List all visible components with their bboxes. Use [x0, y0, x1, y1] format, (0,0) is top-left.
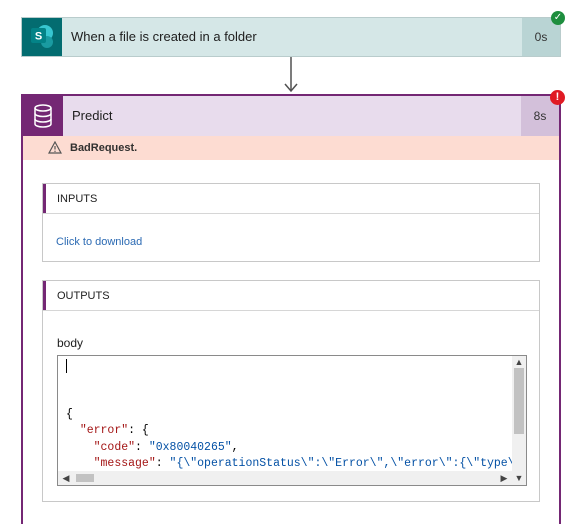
- json-punctuation: ,: [231, 440, 239, 454]
- action-title: Predict: [72, 108, 113, 123]
- error-banner: BadRequest.: [23, 136, 559, 160]
- json-punctuation: :: [155, 457, 170, 470]
- code-line: "code": "0x80040265",: [66, 440, 518, 457]
- code-line: "message": "{\"operationStatus\":\"Error…: [66, 456, 518, 472]
- json-value: "{\"operationStatus\":\"Error\",\"error\…: [169, 457, 518, 470]
- download-link[interactable]: Click to download: [56, 236, 142, 248]
- horizontal-scrollbar[interactable]: ◀ ▶ ▼: [58, 471, 526, 485]
- vertical-scroll-thumb[interactable]: [514, 368, 524, 434]
- json-punctuation: [66, 424, 80, 437]
- sharepoint-icon: S: [22, 18, 62, 56]
- connector-arrow-icon: [284, 57, 298, 93]
- outputs-header: OUTPUTS: [43, 281, 539, 311]
- scroll-down-icon[interactable]: ▼: [512, 471, 526, 485]
- json-punctuation: [66, 457, 94, 470]
- scroll-right-icon[interactable]: ▶: [498, 471, 510, 485]
- text-caret: [66, 359, 67, 373]
- error-message: BadRequest.: [70, 142, 138, 154]
- json-key: "code": [93, 440, 136, 454]
- vertical-scrollbar[interactable]: ▲: [512, 356, 526, 471]
- json-key: "error": [79, 424, 129, 437]
- error-icon: !: [550, 90, 565, 105]
- body-label: body: [57, 336, 84, 350]
- json-punctuation: [66, 441, 94, 454]
- action-card: Predict 8s BadRequest. INPUTS Click to d…: [21, 94, 561, 524]
- json-code-viewer[interactable]: { "error": { "code": "0x80040265", "mess…: [57, 355, 527, 486]
- action-header[interactable]: Predict 8s: [23, 96, 559, 136]
- code-content[interactable]: { "error": { "code": "0x80040265", "mess…: [66, 357, 518, 472]
- outputs-label: OUTPUTS: [57, 290, 110, 302]
- json-key: "message": [93, 457, 156, 470]
- scroll-up-icon[interactable]: ▲: [512, 356, 526, 368]
- outputs-section: OUTPUTS body { "error": { "code": "0x800…: [42, 280, 540, 502]
- svg-text:S: S: [35, 31, 42, 43]
- warning-icon: [48, 141, 62, 154]
- code-line: "error": {: [66, 423, 518, 440]
- trigger-card[interactable]: S When a file is created in a folder 0s: [21, 17, 561, 57]
- database-icon: [23, 96, 63, 136]
- scroll-left-icon[interactable]: ◀: [60, 471, 72, 485]
- inputs-section: INPUTS Click to download: [42, 183, 540, 262]
- inputs-label: INPUTS: [57, 193, 98, 205]
- json-punctuation: {: [66, 407, 73, 421]
- json-punctuation: :: [135, 440, 149, 454]
- inputs-header: INPUTS: [43, 184, 539, 214]
- trigger-title: When a file is created in a folder: [71, 29, 257, 44]
- checkmark-icon: ✓: [551, 11, 565, 25]
- json-value: "0x80040265": [148, 440, 232, 454]
- section-accent: [43, 281, 46, 310]
- code-line: {: [66, 407, 518, 424]
- section-accent: [43, 184, 46, 213]
- horizontal-scroll-thumb[interactable]: [76, 474, 94, 482]
- json-punctuation: : {: [128, 424, 149, 437]
